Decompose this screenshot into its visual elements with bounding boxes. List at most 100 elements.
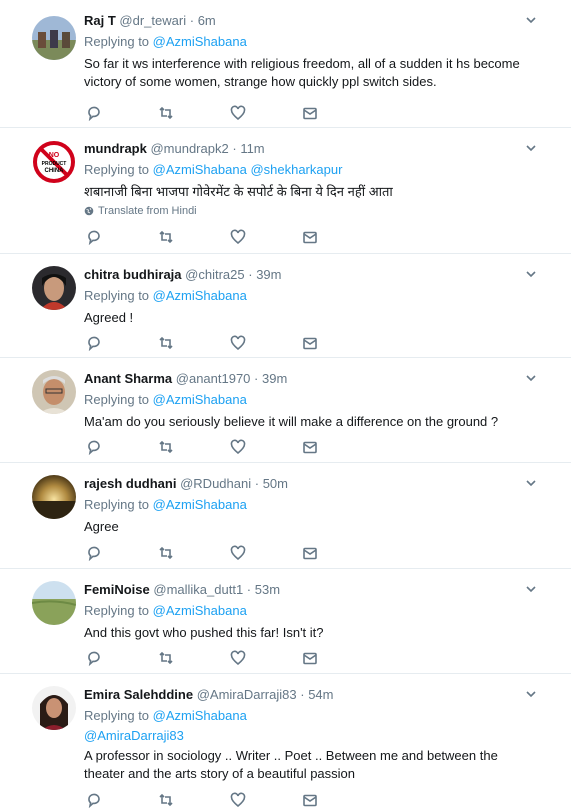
display-name[interactable]: Emira Salehddine — [84, 687, 193, 702]
handle[interactable]: @chitra25 — [185, 267, 244, 282]
mention-link[interactable]: @AzmiShabana — [153, 392, 247, 407]
timestamp[interactable]: 6m — [198, 13, 216, 28]
dm-button[interactable] — [302, 438, 374, 456]
mention-link[interactable]: @AzmiShabana — [153, 497, 247, 512]
avatar[interactable] — [32, 686, 76, 730]
dm-button[interactable] — [302, 228, 374, 246]
mention-link[interactable]: @AzmiShabana — [153, 603, 247, 618]
like-button[interactable] — [230, 649, 302, 667]
tweet-actions — [86, 791, 374, 809]
handle[interactable]: @mundrapk2 — [150, 141, 228, 156]
like-button[interactable] — [230, 334, 302, 352]
display-name[interactable]: mundrapk — [84, 141, 147, 156]
like-button[interactable] — [230, 438, 302, 456]
handle[interactable]: @RDudhani — [180, 476, 251, 491]
globe-icon — [84, 206, 94, 216]
timestamp[interactable]: 50m — [263, 476, 288, 491]
chevron-down-icon[interactable] — [525, 583, 537, 595]
timestamp[interactable]: 53m — [255, 582, 280, 597]
reply-icon — [88, 336, 100, 351]
retweet-button[interactable] — [158, 544, 230, 562]
display-name[interactable]: FemiNoise — [84, 582, 150, 597]
reply-button[interactable] — [86, 649, 158, 667]
retweet-button[interactable] — [158, 791, 230, 809]
chevron-down-icon[interactable] — [525, 688, 537, 700]
tweet[interactable]: NO PRODUCT CHINA mundrapk @mundrapk2 · 11m… — [0, 128, 571, 254]
like-button[interactable] — [230, 228, 302, 246]
avatar[interactable] — [32, 475, 76, 519]
dm-button[interactable] — [302, 104, 374, 122]
reply-icon — [88, 546, 100, 561]
avatar[interactable] — [32, 266, 76, 310]
retweet-button[interactable] — [158, 334, 230, 352]
mention-link[interactable]: @shekharkapur — [250, 162, 342, 177]
heart-icon — [230, 229, 246, 245]
tweet[interactable]: Emira Salehddine @AmiraDarraji83 · 54m R… — [0, 674, 571, 808]
retweet-button[interactable] — [158, 438, 230, 456]
reply-icon — [88, 230, 100, 245]
dm-button[interactable] — [302, 791, 374, 809]
avatar[interactable] — [32, 370, 76, 414]
mention-link[interactable]: @AzmiShabana — [153, 34, 247, 49]
avatar[interactable]: NO PRODUCT CHINA — [32, 140, 76, 184]
avatar-logo-text: PRODUCT — [42, 161, 67, 167]
tweet[interactable]: Raj T @dr_tewari · 6m Replying to @AzmiS… — [0, 0, 571, 128]
tweet[interactable]: FemiNoise @mallika_dutt1 · 53m Replying … — [0, 569, 571, 674]
chevron-down-icon[interactable] — [525, 142, 537, 154]
retweet-button[interactable] — [158, 104, 230, 122]
tweet-text: Agree — [84, 519, 119, 534]
replying-to: Replying to @AzmiShabana — [84, 288, 541, 304]
reply-button[interactable] — [86, 544, 158, 562]
reply-button[interactable] — [86, 791, 158, 809]
chevron-down-icon[interactable] — [525, 14, 537, 26]
chevron-down-icon[interactable] — [525, 372, 537, 384]
like-button[interactable] — [230, 104, 302, 122]
separator-dot: · — [232, 141, 237, 156]
like-button[interactable] — [230, 544, 302, 562]
tweet[interactable]: chitra budhiraja @chitra25 · 39m Replyin… — [0, 254, 571, 358]
timestamp[interactable]: 54m — [308, 687, 333, 702]
envelope-icon — [303, 441, 317, 454]
dm-button[interactable] — [302, 334, 374, 352]
envelope-icon — [303, 652, 317, 665]
avatar[interactable] — [32, 581, 76, 625]
separator-dot: · — [300, 687, 305, 702]
handle[interactable]: @dr_tewari — [119, 13, 186, 28]
replying-label: Replying to — [84, 162, 150, 177]
reply-button[interactable] — [86, 104, 158, 122]
handle[interactable]: @anant1970 — [176, 371, 251, 386]
timestamp[interactable]: 39m — [262, 371, 287, 386]
tweet-text: Ma'am do you seriously believe it will m… — [84, 414, 499, 429]
reply-button[interactable] — [86, 334, 158, 352]
timestamp[interactable]: 11m — [240, 141, 264, 156]
dm-button[interactable] — [302, 544, 374, 562]
heart-icon — [230, 439, 246, 455]
display-name[interactable]: chitra budhiraja — [84, 267, 182, 282]
display-name[interactable]: Anant Sharma — [84, 371, 172, 386]
mention-link[interactable]: @AmiraDarraji83 — [84, 727, 541, 745]
display-name[interactable]: rajesh dudhani — [84, 476, 176, 491]
display-name[interactable]: Raj T — [84, 13, 116, 28]
avatar[interactable] — [32, 16, 76, 60]
chevron-down-icon[interactable] — [525, 268, 537, 280]
reply-button[interactable] — [86, 438, 158, 456]
tweet[interactable]: rajesh dudhani @RDudhani · 50m Replying … — [0, 463, 571, 569]
dm-button[interactable] — [302, 649, 374, 667]
envelope-icon — [303, 547, 317, 560]
timestamp[interactable]: 39m — [256, 267, 281, 282]
mention-link[interactable]: @AzmiShabana — [153, 288, 247, 303]
like-button[interactable] — [230, 791, 302, 809]
chevron-down-icon[interactable] — [525, 477, 537, 489]
tweet[interactable]: Anant Sharma @anant1970 · 39m Replying t… — [0, 358, 571, 463]
mention-link[interactable]: @AzmiShabana — [153, 162, 247, 177]
reply-button[interactable] — [86, 228, 158, 246]
replying-label: Replying to — [84, 288, 150, 303]
heart-icon — [230, 335, 246, 351]
translate-link[interactable]: Translate from Hindi — [84, 205, 541, 217]
handle[interactable]: @AmiraDarraji83 — [197, 687, 297, 702]
mention-link[interactable]: @AzmiShabana — [153, 708, 247, 723]
retweet-button[interactable] — [158, 228, 230, 246]
translate-label[interactable]: Translate from Hindi — [98, 205, 197, 217]
handle[interactable]: @mallika_dutt1 — [153, 582, 243, 597]
retweet-button[interactable] — [158, 649, 230, 667]
